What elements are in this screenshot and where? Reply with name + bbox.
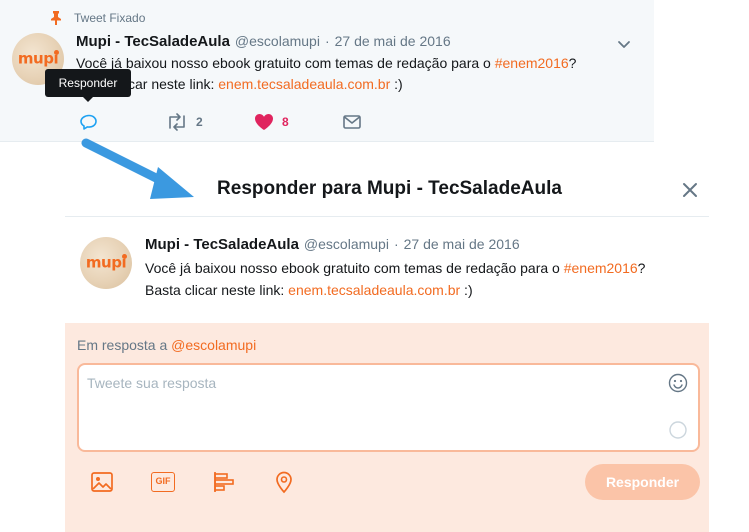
chevron-down-icon[interactable] xyxy=(616,36,632,52)
like-action[interactable]: 8 xyxy=(254,112,289,132)
tweet-text-segment: ? xyxy=(637,260,646,276)
character-count-ring-icon xyxy=(669,421,687,439)
retweet-action[interactable]: 2 xyxy=(166,112,203,132)
reply-tooltip: Responder xyxy=(45,69,131,102)
hashtag-link[interactable]: #enem2016 xyxy=(495,55,569,71)
gif-icon[interactable]: GIF xyxy=(150,469,176,495)
tweet-text-segment: ? xyxy=(568,55,577,71)
tweet-text-segment: Você já baixou nosso ebook gratuito com … xyxy=(76,55,495,71)
reply-submit-button[interactable]: Responder xyxy=(585,464,700,500)
tweet-header: Mupi - TecSaladeAula @escolamupi · 27 de… xyxy=(76,33,451,50)
image-upload-icon[interactable] xyxy=(89,469,115,495)
tweet-text-segment: :) xyxy=(460,282,473,298)
reply-textbox[interactable] xyxy=(77,363,700,452)
pin-icon xyxy=(51,11,61,25)
tweet-text-line-2: Basta clicar neste link: enem.tecsaladea… xyxy=(145,279,645,301)
reply-input[interactable] xyxy=(87,375,647,391)
direct-message-action[interactable] xyxy=(343,112,361,132)
reply-to-label: Em resposta a xyxy=(77,337,172,353)
reply-to-handle[interactable]: @escolamupi xyxy=(171,337,256,353)
emoji-icon[interactable] xyxy=(668,373,688,393)
avatar[interactable]: mupi xyxy=(80,237,132,289)
tweet-text-segment: Basta clicar neste link: xyxy=(145,282,289,298)
reply-action[interactable] xyxy=(80,112,98,132)
tweet-text-line-1: Você já baixou nosso ebook gratuito com … xyxy=(76,53,576,74)
reply-icon xyxy=(80,114,97,130)
header-separator: · xyxy=(393,236,399,252)
tweet-text-line-1: Você já baixou nosso ebook gratuito com … xyxy=(145,257,645,279)
tweet-text-line-2: car neste link: enem.tecsaladeaula.com.b… xyxy=(76,74,576,95)
url-link[interactable]: enem.tecsaladeaula.com.br xyxy=(288,282,460,298)
heart-icon xyxy=(255,114,273,130)
tweet-header: Mupi - TecSaladeAula @escolamupi · 27 de… xyxy=(145,236,520,253)
author-handle[interactable]: @escolamupi xyxy=(304,236,389,252)
gif-label: GIF xyxy=(155,476,171,486)
poll-icon[interactable] xyxy=(211,469,237,495)
tweet-date[interactable]: 27 de mai de 2016 xyxy=(335,33,451,49)
tweet-date[interactable]: 27 de mai de 2016 xyxy=(404,236,520,252)
retweet-icon xyxy=(169,113,185,131)
gif-icon-frame: GIF xyxy=(151,472,175,492)
tweet-text: Você já baixou nosso ebook gratuito com … xyxy=(145,257,645,301)
tweet-text-segment: car neste link: xyxy=(128,76,219,92)
pinned-label: Tweet Fixado xyxy=(74,11,146,25)
avatar-dot xyxy=(54,50,59,55)
location-icon[interactable] xyxy=(271,469,297,495)
author-handle[interactable]: @escolamupi xyxy=(235,33,320,49)
modal-title: Responder para Mupi - TecSaladeAula xyxy=(217,178,562,199)
avatar-dot xyxy=(122,254,127,259)
author-name[interactable]: Mupi - TecSaladeAula xyxy=(145,236,299,253)
url-link[interactable]: enem.tecsaladeaula.com.br xyxy=(218,76,390,92)
tweet-text: Você já baixou nosso ebook gratuito com … xyxy=(76,53,576,95)
close-icon[interactable] xyxy=(680,180,700,200)
tweet-text-segment: Você já baixou nosso ebook gratuito com … xyxy=(145,260,564,276)
modal-divider xyxy=(65,216,709,217)
tweet-text-segment: :) xyxy=(390,76,403,92)
retweet-count: 2 xyxy=(196,115,203,129)
pinned-indicator: Tweet Fixado xyxy=(50,11,145,25)
author-name[interactable]: Mupi - TecSaladeAula xyxy=(76,33,230,50)
reply-compose-area: Em resposta a @escolamupi GIF xyxy=(65,323,709,532)
envelope-icon xyxy=(343,115,361,129)
hashtag-link[interactable]: #enem2016 xyxy=(564,260,638,276)
header-separator: · xyxy=(324,33,330,49)
reply-to-line: Em resposta a @escolamupi xyxy=(77,337,256,353)
like-count: 8 xyxy=(282,115,289,129)
